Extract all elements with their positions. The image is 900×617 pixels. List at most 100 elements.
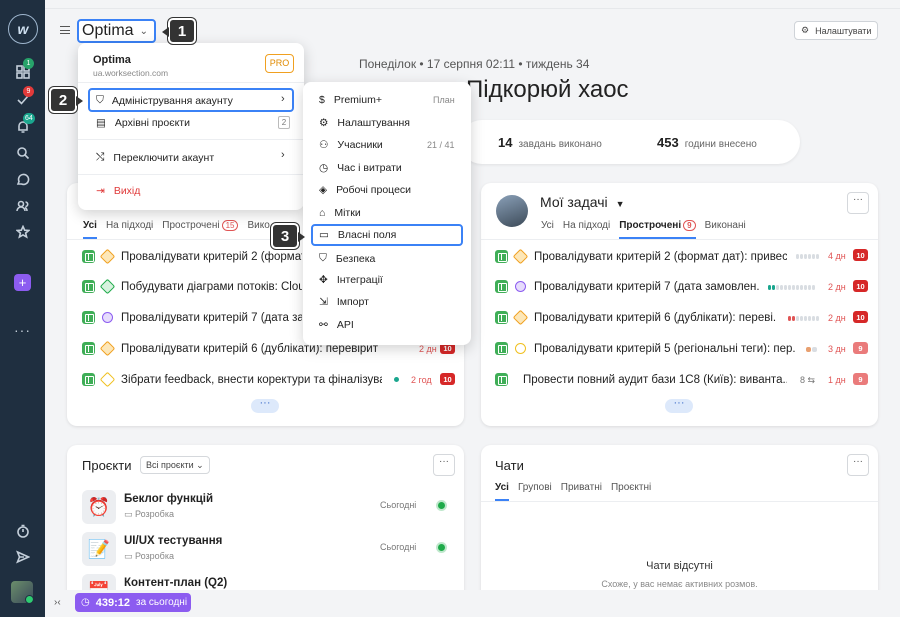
sidebar-chats[interactable] xyxy=(13,170,33,190)
menu-security-label: Безпека xyxy=(335,252,376,265)
sidebar-favorites[interactable] xyxy=(13,222,33,242)
tab-all[interactable]: Усі xyxy=(83,220,97,239)
app-logo[interactable]: w xyxy=(8,14,38,44)
project-row[interactable]: 📅 Контент-план (Q2) xyxy=(82,574,452,590)
task-row[interactable]: Провалідувати критерій 7 (дата замовлен.… xyxy=(495,271,760,302)
project-folder: ▭ Розробка xyxy=(124,551,174,562)
stat-done-value: 14 xyxy=(498,135,513,150)
sidebar-projects[interactable]: 1 xyxy=(13,58,34,82)
collapse-sidebar-icon[interactable]: ›‹ xyxy=(54,597,61,608)
tab-private[interactable]: Приватні xyxy=(561,482,602,501)
sidebar-timer[interactable] xyxy=(13,521,33,541)
chevron-down-icon: ⌄ xyxy=(139,25,148,37)
divider xyxy=(78,82,304,83)
timer-button[interactable]: ◷ 439:12 за сьогодні xyxy=(75,593,191,612)
task-type-icon xyxy=(495,373,508,386)
project-name: Беклог функцій xyxy=(124,493,214,505)
task-title: Провести повний аудит бази 1С8 (Київ): в… xyxy=(523,373,787,386)
card-menu-button[interactable]: ··· xyxy=(433,454,455,476)
menu-workflows[interactable]: ◈ Робочі процеси xyxy=(319,184,411,196)
show-more-button[interactable]: ··· xyxy=(665,398,693,413)
task-type-icon xyxy=(82,250,95,263)
sidebar-tasks[interactable]: 9 xyxy=(13,86,34,110)
task-days: 2 дн xyxy=(828,313,846,323)
menu-security[interactable]: ⛉ Безпека xyxy=(319,252,375,265)
status-icon xyxy=(99,278,116,295)
divider xyxy=(78,174,304,175)
subtasks-count: 8 ⇆ xyxy=(800,375,815,386)
task-row[interactable]: Провалідувати критерій 5 (регіональні те… xyxy=(495,333,795,364)
top-divider xyxy=(45,8,900,9)
sidebar-notifications[interactable]: 64 xyxy=(13,113,35,137)
tab-overdue[interactable]: Прострочені 15 xyxy=(162,220,239,239)
sidebar-search[interactable] xyxy=(13,143,33,163)
project-row[interactable]: ⏰ Беклог функцій ▭ Розробка Сьогодні xyxy=(82,490,452,524)
task-row[interactable]: Побудувати діаграми потоків: Clouc xyxy=(82,271,302,302)
card-menu-button[interactable]: ··· xyxy=(847,192,869,214)
task-row[interactable]: Провести повний аудит бази 1С8 (Київ): в… xyxy=(495,364,787,395)
card-menu-button[interactable]: ··· xyxy=(847,454,869,476)
sidebar-people[interactable] xyxy=(13,196,33,216)
tab-all[interactable]: Усі xyxy=(495,482,509,501)
menu-time[interactable]: ◷ Час і витрати xyxy=(319,162,402,174)
tab-upcoming[interactable]: На підході xyxy=(563,220,610,239)
my-tasks-title-text: Мої задачі xyxy=(540,194,608,210)
logout-item[interactable]: ⇥ Вихід xyxy=(96,185,140,197)
task-title: Провалідувати критерій 6 (дублікати): пе… xyxy=(534,311,777,324)
sidebar-send[interactable] xyxy=(13,547,33,567)
projects-filter-select[interactable]: Всі проєкти ⌄ xyxy=(140,456,210,474)
task-title: Провалідувати критерій 5 (регіональні те… xyxy=(534,342,795,355)
timer-icon: ◷ xyxy=(81,597,90,608)
task-row[interactable]: Провалідувати критерій 2 (формат xyxy=(82,241,302,272)
task-row[interactable]: Зібрати feedback, внести коректури та фі… xyxy=(82,364,382,395)
tab-all[interactable]: Усі xyxy=(541,220,554,239)
task-days: 2 год xyxy=(411,375,432,385)
divider xyxy=(481,239,878,240)
customize-button[interactable]: ⚙ Налаштувати xyxy=(794,21,878,40)
archive-menu-item[interactable]: ▤ Архівні проєкти xyxy=(96,117,190,129)
task-row[interactable]: Провалідувати критерій 2 (формат дат): п… xyxy=(495,241,787,272)
import-icon: ⇲ xyxy=(319,296,328,308)
user-avatar[interactable] xyxy=(11,581,33,603)
switch-account-item[interactable]: ⤭ Переключити акаунт xyxy=(96,151,214,164)
account-switcher-button[interactable]: Optima ⌄ xyxy=(77,19,156,43)
callout-1: 1 xyxy=(162,18,196,44)
task-row[interactable]: Провалідувати критерій 7 (дата зам xyxy=(82,302,302,333)
create-button[interactable]: + xyxy=(14,274,31,291)
gear-icon: ⚙ xyxy=(319,117,329,129)
task-badge: 10 xyxy=(853,311,868,323)
menu-import[interactable]: ⇲ Імпорт xyxy=(319,296,369,308)
memo-icon: 📝 xyxy=(82,532,116,566)
menu-api[interactable]: ⚯ API xyxy=(319,319,354,331)
show-more-button[interactable]: ··· xyxy=(251,398,279,413)
project-row[interactable]: 📝 UI/UX тестування ▭ Розробка Сьогодні xyxy=(82,532,452,566)
menu-integrations[interactable]: ✥ Інтеграції xyxy=(319,274,383,286)
overdue-count: 9 xyxy=(683,220,696,231)
calendar-icon: 📅 xyxy=(82,574,116,590)
stat-done: 14 завдань виконано xyxy=(498,135,602,150)
chat-icon xyxy=(16,173,30,186)
my-tasks-title[interactable]: Мої задачі ▼ xyxy=(540,194,625,210)
hamburger-icon[interactable] xyxy=(60,26,70,34)
more-menu-icon[interactable]: ··· xyxy=(14,322,31,338)
tab-overdue[interactable]: Прострочені 9 xyxy=(619,220,696,239)
tab-done[interactable]: Виконані xyxy=(705,220,746,239)
menu-settings[interactable]: ⚙ Налаштування xyxy=(319,117,410,129)
projects-filter-value: Всі проєкти xyxy=(146,460,194,470)
task-row[interactable]: Провалідувати критерій 6 (дублікати): пе… xyxy=(495,302,777,333)
project-folder-name: Розробка xyxy=(135,509,174,519)
search-icon xyxy=(17,147,30,160)
tab-project[interactable]: Проєктні xyxy=(611,482,651,501)
menu-premium[interactable]: $ Premium+ xyxy=(319,94,382,106)
menu-members[interactable]: ⚇ Учасники xyxy=(319,139,383,151)
tab-done[interactable]: Вико xyxy=(247,220,269,239)
menu-members-count: 21 / 41 xyxy=(427,140,455,150)
chevron-right-icon: › xyxy=(281,93,285,105)
tab-group[interactable]: Групові xyxy=(518,482,552,501)
menu-tags-label: Мітки xyxy=(334,207,361,219)
field-icon: ▭ xyxy=(319,229,329,241)
menu-tags[interactable]: ⌂ Мітки xyxy=(319,207,361,219)
tab-overdue-label: Прострочені xyxy=(619,220,682,231)
divider xyxy=(481,501,878,502)
tab-upcoming[interactable]: На підході xyxy=(106,220,153,239)
